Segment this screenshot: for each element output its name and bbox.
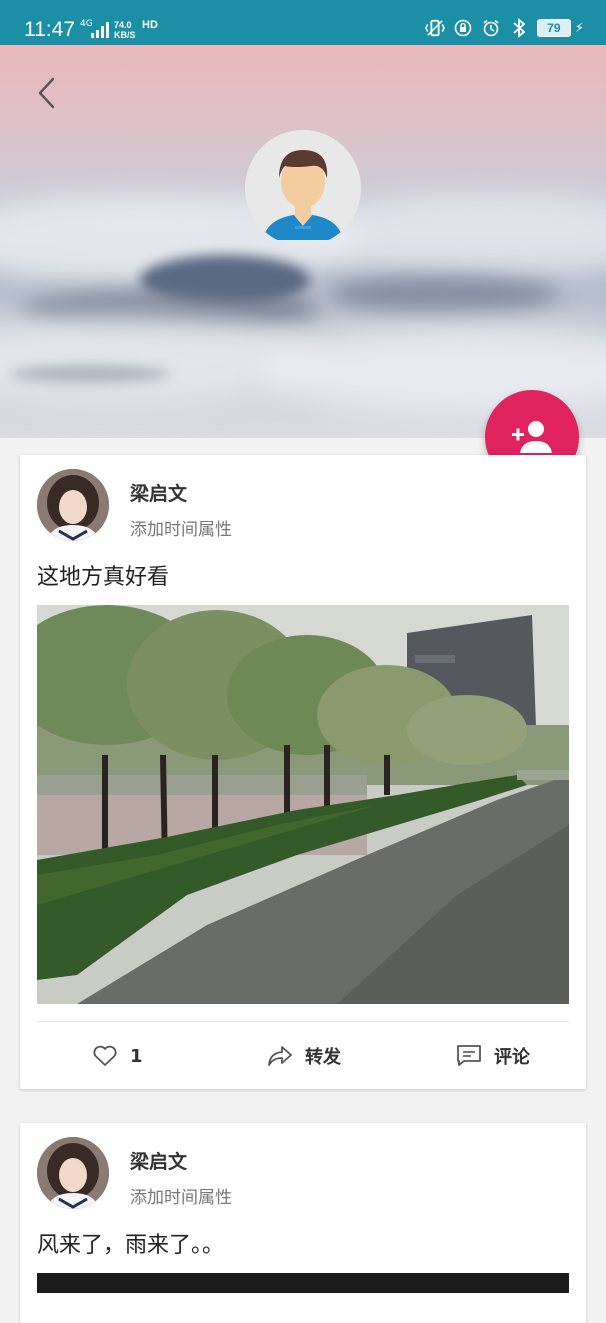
share-button[interactable]: 转发: [267, 1041, 341, 1071]
like-count: 1: [130, 1045, 143, 1067]
charging-icon: ⚡: [574, 20, 584, 36]
post-text: 这地方真好看: [37, 565, 170, 590]
post-subtitle: 添加时间属性: [130, 1188, 232, 1208]
net-speed-unit: KB/S: [114, 30, 136, 40]
heart-icon: [93, 1045, 117, 1066]
status-time: 11:47: [24, 18, 75, 41]
net-speed: 74.0 KB/S: [114, 20, 136, 40]
share-arrow-icon: [268, 1046, 292, 1066]
post-text: 风来了，雨来了。。: [37, 1233, 225, 1258]
post-photo[interactable]: [37, 1273, 569, 1293]
hd-badge: HD: [142, 19, 158, 31]
add-person-icon: [512, 421, 552, 453]
author-name[interactable]: 梁启文: [130, 1147, 187, 1174]
net-speed-value: 74.0: [114, 20, 132, 30]
divider: [37, 1021, 569, 1022]
comment-icon: [457, 1045, 481, 1066]
profile-header-banner: [0, 45, 606, 438]
post-card[interactable]: 梁启文 添加时间属性 这地方真好看 1 转发 评论: [20, 455, 586, 1089]
author-avatar[interactable]: [37, 469, 109, 541]
back-chevron-icon[interactable]: [28, 73, 68, 113]
signal-icon: [91, 22, 109, 38]
comment-label: 评论: [494, 1047, 530, 1068]
lock-rotation-icon: [453, 18, 473, 38]
default-user-avatar-icon: [245, 130, 361, 246]
comment-button[interactable]: 评论: [456, 1041, 530, 1071]
post-photo[interactable]: [37, 605, 569, 1004]
share-label: 转发: [305, 1047, 341, 1068]
author-avatar[interactable]: [37, 1137, 109, 1209]
vibrate-icon: [424, 18, 445, 38]
like-button[interactable]: 1: [92, 1041, 143, 1071]
status-icons: 79 ⚡: [424, 18, 584, 38]
status-bar: 11:47 4G 74.0 KB/S HD 79 ⚡: [0, 0, 606, 45]
battery-indicator: 79: [536, 19, 571, 37]
profile-avatar[interactable]: [245, 130, 361, 246]
bluetooth-icon: [509, 18, 529, 38]
author-name[interactable]: 梁启文: [130, 479, 187, 506]
post-card[interactable]: 梁启文 添加时间属性 风来了，雨来了。。: [20, 1123, 586, 1323]
alarm-icon: [481, 18, 501, 38]
post-subtitle: 添加时间属性: [130, 520, 232, 540]
